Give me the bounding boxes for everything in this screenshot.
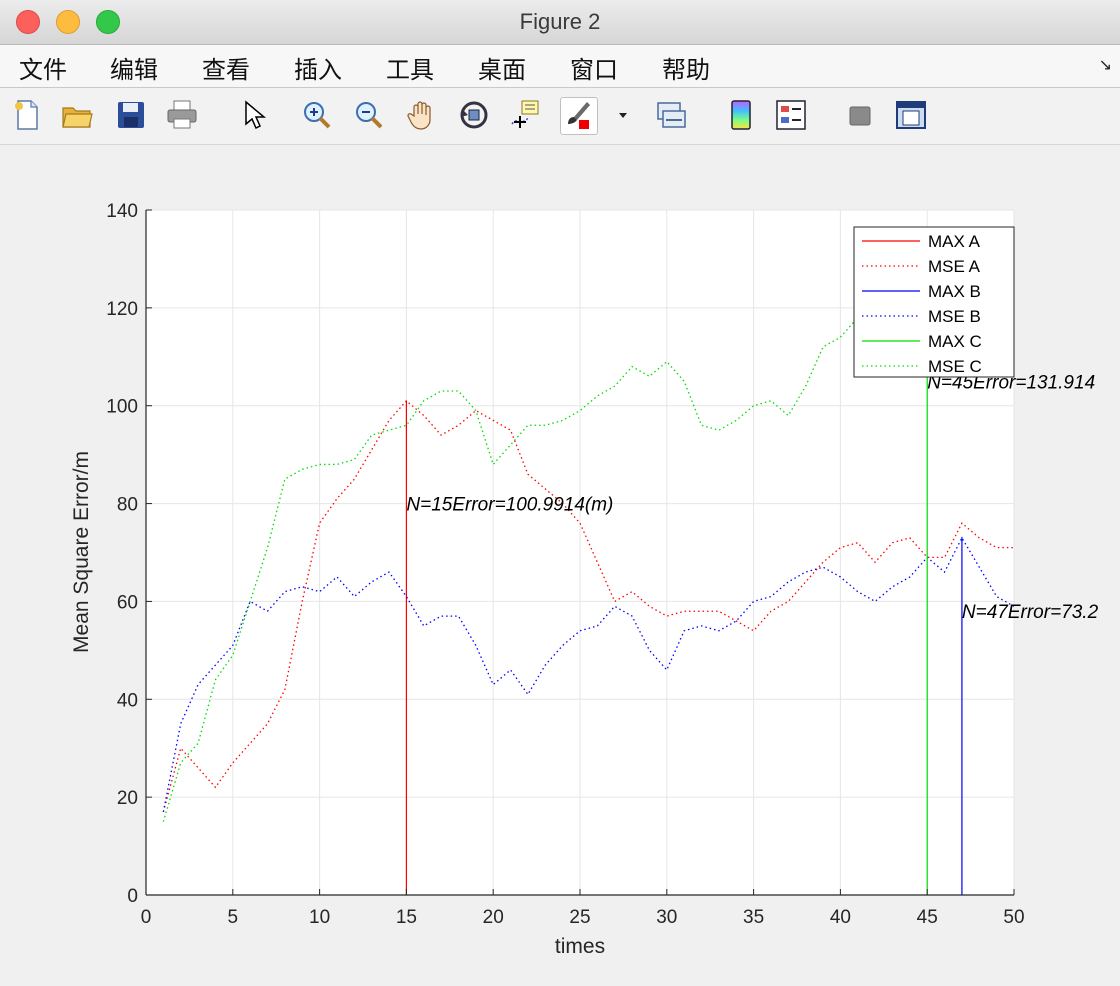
- x-tick-label: 5: [228, 907, 239, 928]
- pan-hand-icon[interactable]: [405, 98, 439, 132]
- link-plot-icon[interactable]: [654, 98, 688, 132]
- y-tick-label: 140: [106, 201, 138, 222]
- hide-plot-tools-icon[interactable]: [843, 98, 877, 132]
- annotation-label: N=15Error=100.9914(m): [406, 495, 613, 516]
- menu-window[interactable]: 窗口: [570, 50, 618, 85]
- menu-bar: 文件 编辑 查看 插入 工具 桌面 窗口 帮助 ↘: [0, 45, 1120, 88]
- figure-window: Figure 2 文件 编辑 查看 插入 工具 桌面 窗口 帮助 ↘ N=15E…: [0, 0, 1120, 986]
- new-file-icon[interactable]: [10, 98, 44, 132]
- y-tick-label: 80: [117, 495, 138, 516]
- print-icon[interactable]: [165, 98, 199, 132]
- brush-icon[interactable]: [560, 97, 598, 135]
- y-axis-label: Mean Square Error/m: [70, 451, 93, 653]
- x-tick-label: 15: [396, 907, 417, 928]
- menu-desktop[interactable]: 桌面: [478, 50, 526, 85]
- figure-canvas[interactable]: N=15Error=100.9914(m)N=47Error=73.2N=45E…: [0, 145, 1120, 986]
- legend-entry[interactable]: MSE A: [928, 257, 981, 276]
- x-tick-label: 40: [830, 907, 851, 928]
- pointer-icon[interactable]: [236, 98, 270, 132]
- x-tick-label: 30: [656, 907, 677, 928]
- x-tick-label: 50: [1003, 907, 1024, 928]
- rotate-3d-icon[interactable]: [457, 98, 491, 132]
- y-tick-label: 120: [106, 299, 138, 320]
- legend-entry[interactable]: MAX A: [928, 232, 981, 251]
- menu-view[interactable]: 查看: [202, 50, 250, 85]
- zoom-out-icon[interactable]: [352, 98, 386, 132]
- x-axis-label: times: [555, 935, 605, 958]
- show-plot-tools-icon[interactable]: [894, 98, 928, 132]
- menu-file[interactable]: 文件: [19, 50, 67, 85]
- legend-entry[interactable]: MAX C: [928, 332, 982, 351]
- dropdown-arrow-icon[interactable]: [606, 98, 627, 132]
- menu-insert[interactable]: 插入: [294, 50, 342, 85]
- x-tick-label: 10: [309, 907, 330, 928]
- colorbar-icon[interactable]: [724, 98, 758, 132]
- x-tick-label: 0: [141, 907, 152, 928]
- zoom-in-icon[interactable]: [300, 98, 334, 132]
- legend-icon[interactable]: [774, 98, 808, 132]
- y-tick-label: 0: [127, 886, 138, 907]
- y-tick-label: 20: [117, 788, 138, 809]
- x-tick-label: 25: [569, 907, 590, 928]
- menu-tools[interactable]: 工具: [386, 50, 434, 85]
- open-folder-icon[interactable]: [60, 98, 94, 132]
- legend-entry[interactable]: MSE C: [928, 357, 982, 376]
- y-tick-label: 40: [117, 690, 138, 711]
- save-icon[interactable]: [114, 98, 148, 132]
- y-tick-label: 100: [106, 397, 138, 418]
- x-tick-label: 20: [483, 907, 504, 928]
- menu-help[interactable]: 帮助: [662, 50, 710, 85]
- x-tick-label: 35: [743, 907, 764, 928]
- legend-entry[interactable]: MAX B: [928, 282, 981, 301]
- x-tick-label: 45: [917, 907, 938, 928]
- data-cursor-icon[interactable]: [508, 98, 542, 132]
- legend-entry[interactable]: MSE B: [928, 307, 981, 326]
- menu-edit[interactable]: 编辑: [110, 50, 158, 85]
- annotation-label: N=47Error=73.2: [962, 602, 1099, 623]
- legend[interactable]: MAX A MSE A MAX B MSE B MAX C MSE C: [853, 226, 1015, 378]
- window-title: Figure 2: [519, 9, 601, 34]
- figure-toolbar: [0, 88, 1120, 145]
- y-tick-label: 60: [117, 592, 138, 613]
- title-bar: Figure 2: [0, 0, 1120, 45]
- undock-arrow-icon[interactable]: ↘: [1099, 55, 1112, 74]
